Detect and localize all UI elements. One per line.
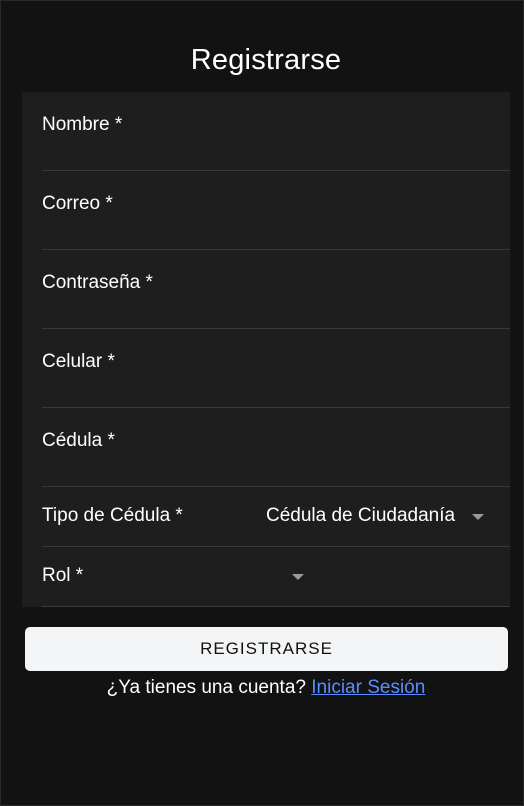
page-title: Registrarse (190, 44, 342, 76)
role-label: Rol * (42, 565, 84, 586)
caret-down-icon (292, 574, 304, 580)
caret-down-icon (472, 514, 484, 520)
login-link[interactable]: Iniciar Sesión (311, 677, 425, 698)
id-type-select[interactable]: Tipo de Cédula * Cédula de Ciudadanía (42, 487, 510, 547)
password-field[interactable]: Contraseña * (42, 250, 510, 329)
login-prompt: ¿Ya tienes una cuenta? Iniciar Sesión (0, 677, 524, 699)
role-select[interactable]: Rol * (42, 547, 510, 607)
password-label: Contraseña * (42, 272, 153, 293)
login-prompt-text: ¿Ya tienes una cuenta? (106, 677, 306, 698)
name-label: Nombre * (42, 114, 123, 135)
email-label: Correo * (42, 193, 113, 214)
id-number-label: Cédula * (42, 430, 115, 451)
register-button[interactable]: REGISTRARSE (25, 627, 508, 671)
name-field[interactable]: Nombre * (42, 92, 510, 171)
id-type-label: Tipo de Cédula * (42, 505, 183, 526)
id-type-selected-value: Cédula de Ciudadanía (266, 505, 456, 526)
email-field[interactable]: Correo * (42, 171, 510, 250)
registration-form: Nombre * Correo * Contraseña * Celular *… (22, 92, 510, 607)
phone-label: Celular * (42, 351, 115, 372)
phone-field[interactable]: Celular * (42, 329, 510, 408)
id-number-field[interactable]: Cédula * (42, 408, 510, 487)
